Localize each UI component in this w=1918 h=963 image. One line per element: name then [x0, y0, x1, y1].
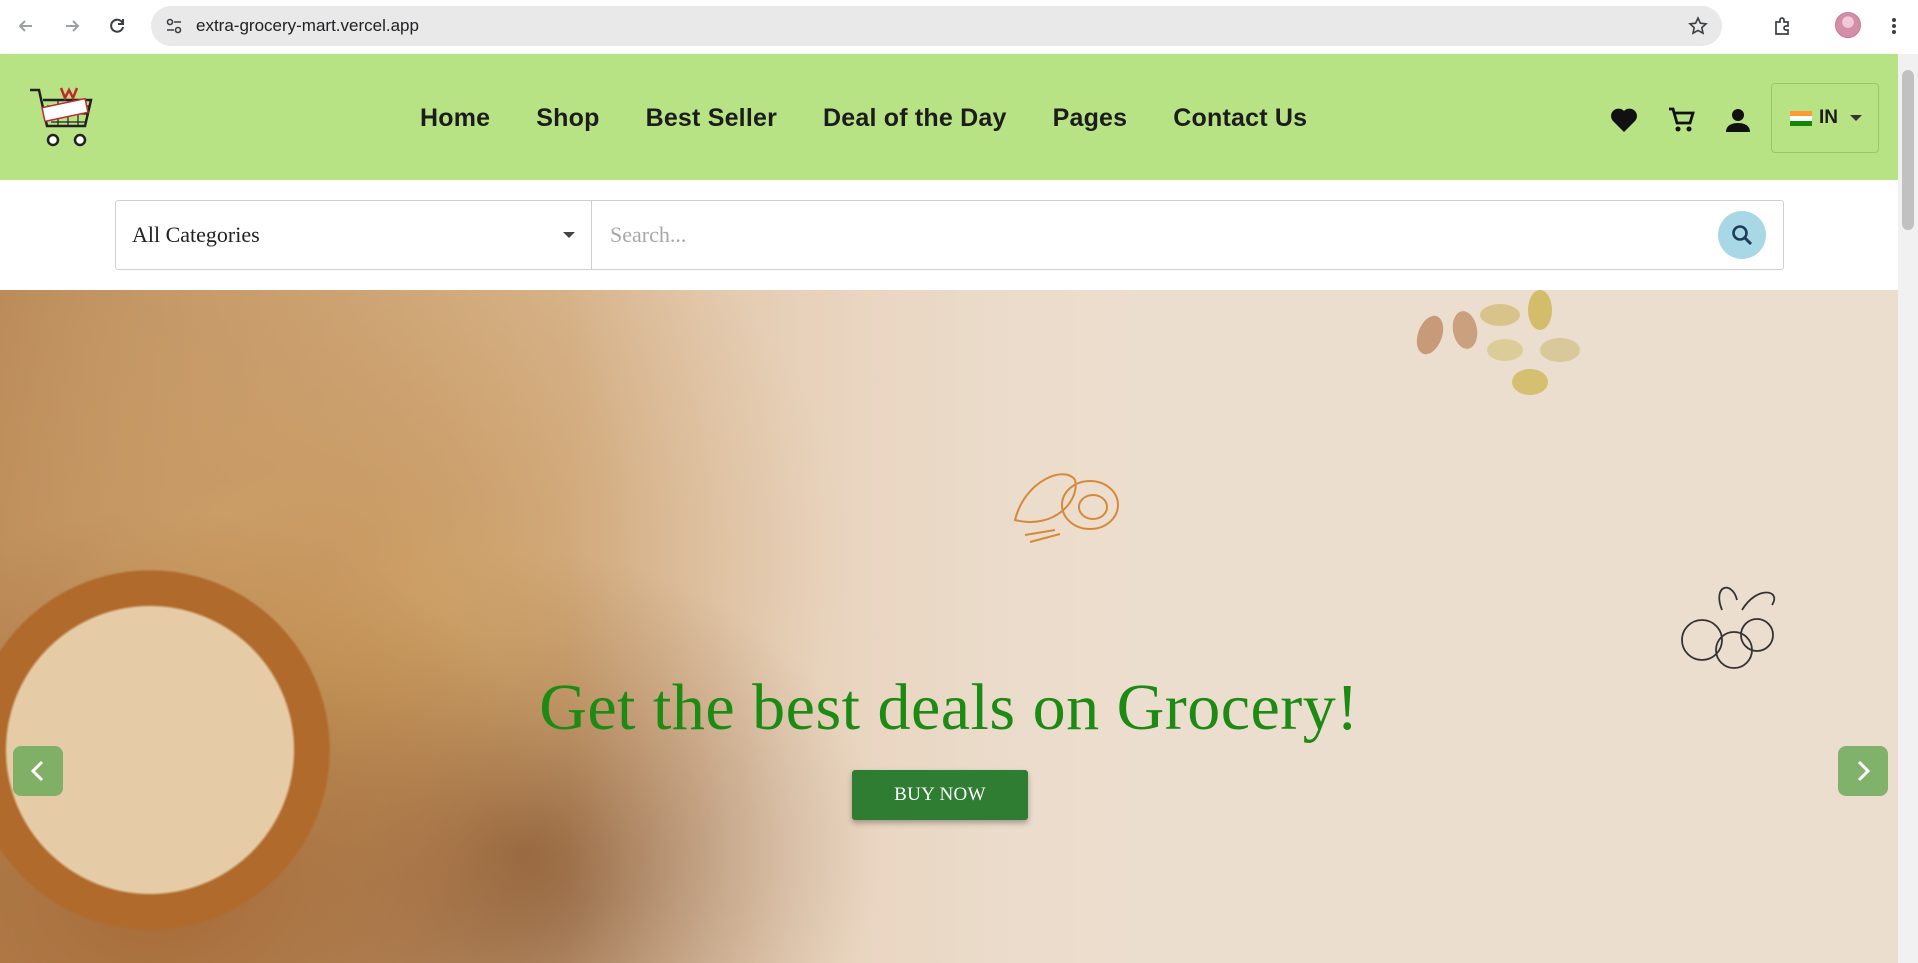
scrollbar-thumb[interactable] [1902, 70, 1914, 230]
nav-pages[interactable]: Pages [1053, 104, 1128, 133]
address-bar[interactable]: extra-grocery-mart.vercel.app [151, 6, 1722, 46]
url-text: extra-grocery-mart.vercel.app [196, 16, 419, 35]
hero-title: Get the best deals on Grocery! [539, 671, 1359, 744]
heart-icon [1611, 108, 1637, 132]
carousel-next-button[interactable] [1838, 746, 1888, 796]
main-nav: Home Shop Best Seller Deal of the Day Pa… [420, 104, 1353, 133]
caret-down-icon [563, 232, 575, 238]
site-info-icon [166, 18, 182, 34]
buy-now-button[interactable]: BUY NOW [852, 770, 1028, 820]
site-logo[interactable] [28, 84, 98, 150]
cart-button[interactable] [1666, 105, 1696, 135]
hero-banner: Get the best deals on Grocery! BUY NOW [0, 290, 1898, 963]
seeds-illustration [1416, 290, 1580, 395]
back-arrow-icon [18, 20, 32, 32]
country-selector[interactable]: IN [1771, 83, 1879, 153]
puzzle-icon [1775, 17, 1789, 35]
search-icon [1732, 225, 1753, 246]
cart-logo-icon [30, 87, 93, 147]
search-input[interactable] [592, 200, 1784, 270]
search-button[interactable] [1718, 211, 1766, 259]
reload-button[interactable] [103, 12, 131, 40]
browser-toolbar: extra-grocery-mart.vercel.app [0, 0, 1918, 54]
nav-best-seller[interactable]: Best Seller [646, 104, 777, 133]
category-select[interactable]: All Categories [115, 200, 592, 270]
category-select-value: All Categories [132, 222, 260, 247]
chevron-right-icon [1857, 760, 1871, 782]
account-button[interactable] [1723, 105, 1753, 135]
site-header: Home Shop Best Seller Deal of the Day Pa… [0, 54, 1898, 180]
nav-shop[interactable]: Shop [536, 104, 599, 133]
forward-arrow-icon [66, 20, 80, 32]
chevron-down-icon [1850, 115, 1862, 121]
kebab-menu-icon [1892, 18, 1896, 34]
nav-deal-of-the-day[interactable]: Deal of the Day [823, 104, 1007, 133]
browser-menu-button[interactable] [1880, 12, 1908, 40]
hero-overlay [0, 290, 1898, 963]
country-code: IN [1819, 107, 1838, 128]
forward-button[interactable] [58, 12, 86, 40]
profile-avatar[interactable] [1835, 12, 1861, 38]
shopping-cart-icon [1669, 107, 1695, 132]
almond-sketch-icon [1013, 473, 1119, 543]
user-icon [1726, 109, 1750, 132]
back-button[interactable] [12, 12, 40, 40]
hazelnut-sketch-icon [1681, 586, 1775, 669]
extensions-button[interactable] [1768, 12, 1796, 40]
nav-contact-us[interactable]: Contact Us [1173, 104, 1307, 133]
chevron-left-icon [30, 760, 44, 782]
india-flag-icon [1790, 110, 1812, 126]
reload-icon [110, 18, 124, 33]
search-bar: All Categories [0, 180, 1898, 290]
wishlist-button[interactable] [1609, 105, 1639, 135]
carousel-prev-button[interactable] [13, 746, 63, 796]
nav-home[interactable]: Home [420, 104, 490, 133]
bookmark-star-icon [1688, 16, 1708, 35]
page-scrollbar[interactable] [1898, 54, 1918, 963]
